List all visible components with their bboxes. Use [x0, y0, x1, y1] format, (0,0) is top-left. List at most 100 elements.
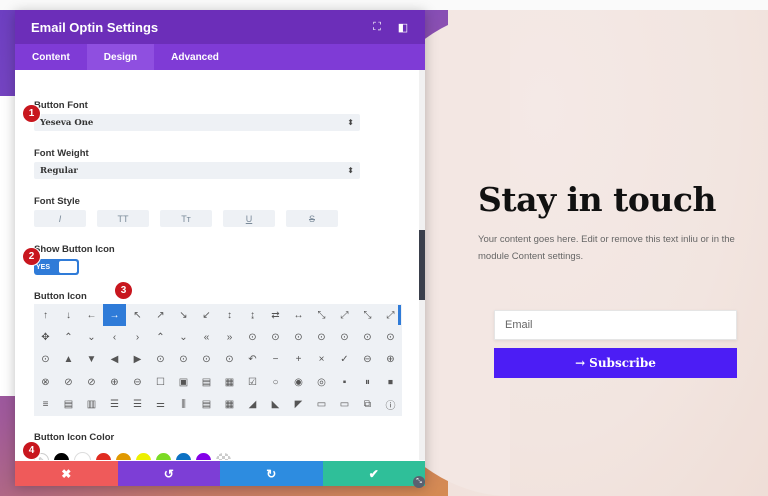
- icon-option[interactable]: ▼: [80, 349, 103, 371]
- icon-option[interactable]: ⊙: [195, 349, 218, 371]
- color-swatch[interactable]: [196, 453, 211, 460]
- color-swatch[interactable]: [116, 453, 131, 460]
- icon-option[interactable]: ⊙: [287, 326, 310, 348]
- icon-option[interactable]: ↑: [34, 304, 57, 326]
- icon-option[interactable]: ▭: [333, 394, 356, 416]
- icon-option[interactable]: ▲: [57, 349, 80, 371]
- icon-option[interactable]: ↔: [287, 304, 310, 326]
- icon-option[interactable]: ⫼: [172, 394, 195, 416]
- icon-option[interactable]: ⌄: [172, 326, 195, 348]
- icon-option[interactable]: ⊙: [310, 326, 333, 348]
- tab-advanced[interactable]: Advanced: [154, 44, 236, 70]
- icon-option[interactable]: ⊙: [149, 349, 172, 371]
- cancel-button[interactable]: ✖: [15, 461, 118, 486]
- icon-option[interactable]: ▣: [172, 371, 195, 393]
- icon-option[interactable]: ⊙: [218, 349, 241, 371]
- icon-option[interactable]: ▦: [218, 371, 241, 393]
- icon-option[interactable]: ✓: [333, 349, 356, 371]
- icon-option[interactable]: ↘: [172, 304, 195, 326]
- icon-option[interactable]: −: [264, 349, 287, 371]
- color-swatch[interactable]: [96, 453, 111, 460]
- resize-handle-icon[interactable]: ⤡: [413, 476, 425, 488]
- icon-option[interactable]: ←: [80, 304, 103, 326]
- panel-scroll-thumb[interactable]: [419, 230, 425, 300]
- icon-option[interactable]: ⊘: [57, 371, 80, 393]
- icon-option[interactable]: ○: [264, 371, 287, 393]
- icon-option[interactable]: ⊘: [80, 371, 103, 393]
- underline-button[interactable]: U: [223, 210, 275, 227]
- icon-option[interactable]: ◎: [310, 371, 333, 393]
- icon-option[interactable]: ↨: [241, 304, 264, 326]
- show-icon-toggle[interactable]: YES: [34, 259, 79, 275]
- icon-option[interactable]: ↗: [149, 304, 172, 326]
- icon-option[interactable]: ⓘ: [379, 394, 402, 416]
- icon-option[interactable]: ⌃: [57, 326, 80, 348]
- icon-option[interactable]: ↙: [195, 304, 218, 326]
- icon-option[interactable]: ▭: [310, 394, 333, 416]
- strikethrough-button[interactable]: S: [286, 210, 338, 227]
- color-swatch[interactable]: [74, 452, 91, 460]
- color-swatch[interactable]: [156, 453, 171, 460]
- icon-option[interactable]: ⚌: [149, 394, 172, 416]
- icon-option[interactable]: ▤: [195, 371, 218, 393]
- icon-option[interactable]: ☰: [126, 394, 149, 416]
- icon-option[interactable]: »: [218, 326, 241, 348]
- capitalize-button[interactable]: Tт: [160, 210, 212, 227]
- icon-option[interactable]: ⊙: [356, 326, 379, 348]
- subscribe-button[interactable]: → Subscribe: [494, 348, 737, 378]
- icon-option[interactable]: ⇄: [264, 304, 287, 326]
- icon-option[interactable]: ⊗: [34, 371, 57, 393]
- icon-option[interactable]: ⊙: [333, 326, 356, 348]
- save-button[interactable]: ✔: [322, 461, 425, 486]
- icon-option[interactable]: ▤: [57, 394, 80, 416]
- icon-option[interactable]: ◢: [241, 394, 264, 416]
- icon-option[interactable]: ≡: [34, 394, 57, 416]
- uppercase-button[interactable]: TT: [97, 210, 149, 227]
- icon-option[interactable]: ▥: [80, 394, 103, 416]
- sidebar-toggle-icon[interactable]: ◧: [397, 21, 409, 34]
- icon-option[interactable]: ⊙: [241, 326, 264, 348]
- icon-option[interactable]: ◤: [287, 394, 310, 416]
- email-input[interactable]: Email: [494, 310, 737, 340]
- icon-option[interactable]: ⊖: [126, 371, 149, 393]
- icon-option[interactable]: ⧉: [356, 394, 379, 416]
- icon-option[interactable]: ↓: [57, 304, 80, 326]
- icon-option[interactable]: ▶: [126, 349, 149, 371]
- redo-button[interactable]: ↻: [220, 461, 323, 486]
- icon-option[interactable]: «: [195, 326, 218, 348]
- icon-option[interactable]: ⊕: [103, 371, 126, 393]
- icon-option[interactable]: ⌃: [149, 326, 172, 348]
- undo-button[interactable]: ↺: [117, 461, 220, 486]
- color-swatch[interactable]: [54, 453, 69, 460]
- icon-option[interactable]: ◣: [264, 394, 287, 416]
- icon-option[interactable]: ⊕: [379, 349, 402, 371]
- icon-option[interactable]: ▦: [218, 394, 241, 416]
- icon-option[interactable]: ↶: [241, 349, 264, 371]
- icon-option[interactable]: ✥: [34, 326, 57, 348]
- icon-option[interactable]: ☰: [103, 394, 126, 416]
- icon-option[interactable]: ◀: [103, 349, 126, 371]
- icon-grid-scroll[interactable]: [398, 305, 401, 325]
- icon-option[interactable]: ⤡: [310, 304, 333, 326]
- icon-option[interactable]: ×: [310, 349, 333, 371]
- icon-option[interactable]: ↕: [218, 304, 241, 326]
- font-weight-select[interactable]: Regular ⬍: [34, 162, 360, 179]
- icon-option[interactable]: ‹: [103, 326, 126, 348]
- transparent-swatch[interactable]: [216, 453, 231, 460]
- icon-option[interactable]: ⊖: [356, 349, 379, 371]
- icon-option[interactable]: ⤡: [356, 304, 379, 326]
- icon-option[interactable]: ⊙: [34, 349, 57, 371]
- expand-icon[interactable]: ⛶: [371, 21, 383, 34]
- icon-option[interactable]: ↖: [126, 304, 149, 326]
- icon-option[interactable]: ⊙: [379, 326, 402, 348]
- icon-option[interactable]: ›: [126, 326, 149, 348]
- tab-content[interactable]: Content: [15, 44, 87, 70]
- italic-button[interactable]: I: [34, 210, 86, 227]
- icon-option[interactable]: +: [287, 349, 310, 371]
- icon-option[interactable]: ⏸: [356, 371, 379, 393]
- icon-option[interactable]: ⊙: [264, 326, 287, 348]
- icon-option[interactable]: ☐: [149, 371, 172, 393]
- icon-option[interactable]: ▪: [333, 371, 356, 393]
- tab-design[interactable]: Design: [86, 44, 155, 70]
- icon-option[interactable]: ⌄: [80, 326, 103, 348]
